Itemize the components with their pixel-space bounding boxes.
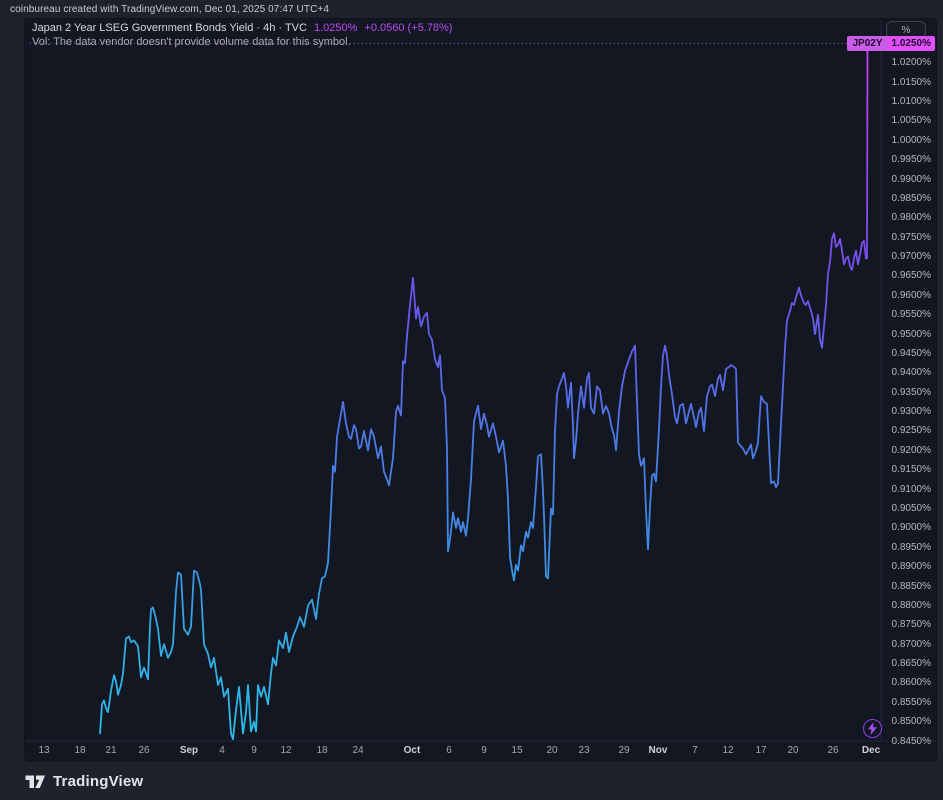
price-scale-label: 0.9850%: [879, 193, 931, 204]
footer-bar: TradingView: [0, 762, 943, 800]
chart-panel[interactable]: Japan 2 Year LSEG Government Bonds Yield…: [24, 18, 937, 762]
price-scale-label: 0.9300%: [879, 406, 931, 417]
price-scale-label: 0.8500%: [879, 716, 931, 727]
price-scale-label: 0.9250%: [879, 425, 931, 436]
price-scale-label: 0.9650%: [879, 270, 931, 281]
price-scale-label: 0.9450%: [879, 348, 931, 359]
symbol-badge: JP02Y: [847, 36, 887, 51]
price-scale-label: 1.0100%: [879, 96, 931, 107]
price-scale-label: 1.0050%: [879, 115, 931, 126]
price-scale-label: 1.0000%: [879, 135, 931, 146]
tradingview-brand[interactable]: TradingView: [24, 770, 143, 792]
price-scale-label: 0.8750%: [879, 619, 931, 630]
price-scale-label: 0.9350%: [879, 387, 931, 398]
price-scale-label: 0.8550%: [879, 697, 931, 708]
price-chart[interactable]: [25, 19, 937, 762]
price-scale-label: 0.9950%: [879, 154, 931, 165]
current-price-tag: JP02Y 1.0250%: [847, 36, 935, 51]
price-scale-label: 0.8800%: [879, 600, 931, 611]
attribution-text: coinbureau created with TradingView.com,…: [10, 4, 329, 15]
instant-data-button[interactable]: [863, 719, 882, 738]
volume-note: Vol: The data vendor doesn't provide vol…: [32, 36, 452, 49]
price-scale-label: 0.8600%: [879, 677, 931, 688]
tradingview-logo-icon: [24, 770, 46, 792]
time-scale-label: 24: [336, 745, 380, 757]
time-scale-label: 20: [771, 745, 815, 757]
price-scale-label: 0.9000%: [879, 522, 931, 533]
price-scale-label: 0.9050%: [879, 503, 931, 514]
price-scale-label: 0.9100%: [879, 484, 931, 495]
chart-legend: Japan 2 Year LSEG Government Bonds Yield…: [32, 22, 452, 49]
time-scale-label: 23: [562, 745, 606, 757]
price-scale-label: 0.9150%: [879, 464, 931, 475]
window-title-bar: coinbureau created with TradingView.com,…: [0, 0, 943, 18]
brand-name: TradingView: [53, 773, 143, 790]
price-scale-label: 0.9400%: [879, 367, 931, 378]
price-change-value: +0.0560 (+5.78%): [364, 22, 452, 35]
price-scale-label: 0.9500%: [879, 329, 931, 340]
price-scale-label: 0.9200%: [879, 445, 931, 456]
symbol-title[interactable]: Japan 2 Year LSEG Government Bonds Yield…: [32, 22, 307, 35]
price-scale-label: 0.9600%: [879, 290, 931, 301]
price-scale-label: 0.9900%: [879, 174, 931, 185]
lightning-icon: [868, 722, 877, 735]
last-price-value: 1.0250%: [314, 22, 357, 35]
price-scale-label: 0.9700%: [879, 251, 931, 262]
price-scale-label: 0.9800%: [879, 212, 931, 223]
price-scale-label: 0.8950%: [879, 542, 931, 553]
price-badge: 1.0250%: [888, 36, 935, 51]
price-scale-label: 1.0200%: [879, 57, 931, 68]
price-scale-label: 1.0150%: [879, 77, 931, 88]
time-scale-label: 26: [122, 745, 166, 757]
price-scale-label: 0.8650%: [879, 658, 931, 669]
price-scale-label: 0.9750%: [879, 232, 931, 243]
price-scale-label: 0.8850%: [879, 581, 931, 592]
time-scale-label: Dec: [849, 745, 893, 757]
price-scale-label: 0.9550%: [879, 309, 931, 320]
price-scale-label: 0.8700%: [879, 639, 931, 650]
price-scale-label: 0.8900%: [879, 561, 931, 572]
